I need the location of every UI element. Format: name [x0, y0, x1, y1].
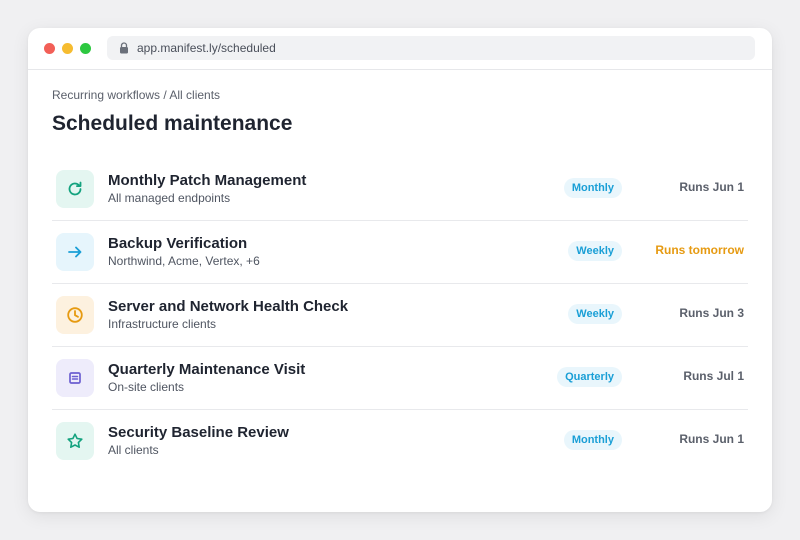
next-run-text: Runs Jun 1 — [679, 432, 744, 446]
next-run-text: Runs Jun 3 — [679, 306, 744, 320]
frequency-badge: Weekly — [568, 304, 622, 324]
workflow-row[interactable]: Backup Verification Northwind, Acme, Ver… — [52, 221, 748, 284]
next-run-text: Runs Jun 1 — [679, 180, 744, 194]
lock-icon — [120, 42, 128, 54]
workflow-icon-tile — [56, 359, 94, 397]
refresh-icon — [68, 181, 82, 196]
frequency-badge: Monthly — [563, 178, 622, 198]
url-text[interactable]: app.manifest.ly/scheduled — [137, 41, 276, 55]
next-run-text: Runs tomorrow — [655, 243, 744, 257]
workflow-subtitle: All managed endpoints — [108, 191, 231, 205]
address-bar[interactable]: app.manifest.ly/scheduled — [107, 36, 755, 60]
workflow-icon-tile — [56, 233, 94, 271]
workflow-title[interactable]: Quarterly Maintenance Visit — [108, 361, 305, 378]
workflow-title[interactable]: Security Baseline Review — [108, 424, 289, 441]
browser-titlebar: app.manifest.ly/scheduled — [28, 28, 772, 70]
document-icon — [69, 372, 81, 384]
workflow-icon-tile — [56, 170, 94, 208]
workflow-row[interactable]: Monthly Patch Management All managed end… — [52, 158, 748, 221]
page-title: Scheduled maintenance — [52, 112, 293, 135]
clock-icon — [67, 307, 83, 323]
workflow-list: Monthly Patch Management All managed end… — [52, 158, 748, 473]
breadcrumb[interactable]: Recurring workflows / All clients — [52, 88, 220, 102]
workflow-icon-tile — [56, 422, 94, 460]
workflow-title[interactable]: Server and Network Health Check — [108, 298, 348, 315]
minimize-window-button[interactable] — [62, 43, 73, 54]
maximize-window-button[interactable] — [80, 43, 91, 54]
star-icon — [67, 433, 83, 448]
workflow-subtitle: On-site clients — [108, 380, 185, 394]
frequency-badge: Weekly — [568, 241, 622, 261]
next-run-text: Runs Jul 1 — [683, 369, 744, 383]
workflow-row[interactable]: Security Baseline Review All clients Mon… — [52, 410, 748, 473]
arrow-right-icon — [68, 246, 82, 258]
frequency-badge: Quarterly — [557, 367, 622, 387]
workflow-subtitle: All clients — [108, 443, 159, 457]
workflow-title[interactable]: Backup Verification — [108, 235, 247, 252]
close-window-button[interactable] — [44, 43, 55, 54]
workflow-row[interactable]: Quarterly Maintenance Visit On-site clie… — [52, 347, 748, 410]
workflow-row[interactable]: Server and Network Health Check Infrastr… — [52, 284, 748, 347]
workflow-icon-tile — [56, 296, 94, 334]
workflow-subtitle: Northwind, Acme, Vertex, +6 — [108, 254, 260, 268]
frequency-badge: Monthly — [563, 430, 622, 450]
browser-window: app.manifest.ly/scheduled Recurring work… — [28, 28, 772, 512]
workflow-title[interactable]: Monthly Patch Management — [108, 172, 306, 189]
workflow-subtitle: Infrastructure clients — [108, 317, 217, 331]
